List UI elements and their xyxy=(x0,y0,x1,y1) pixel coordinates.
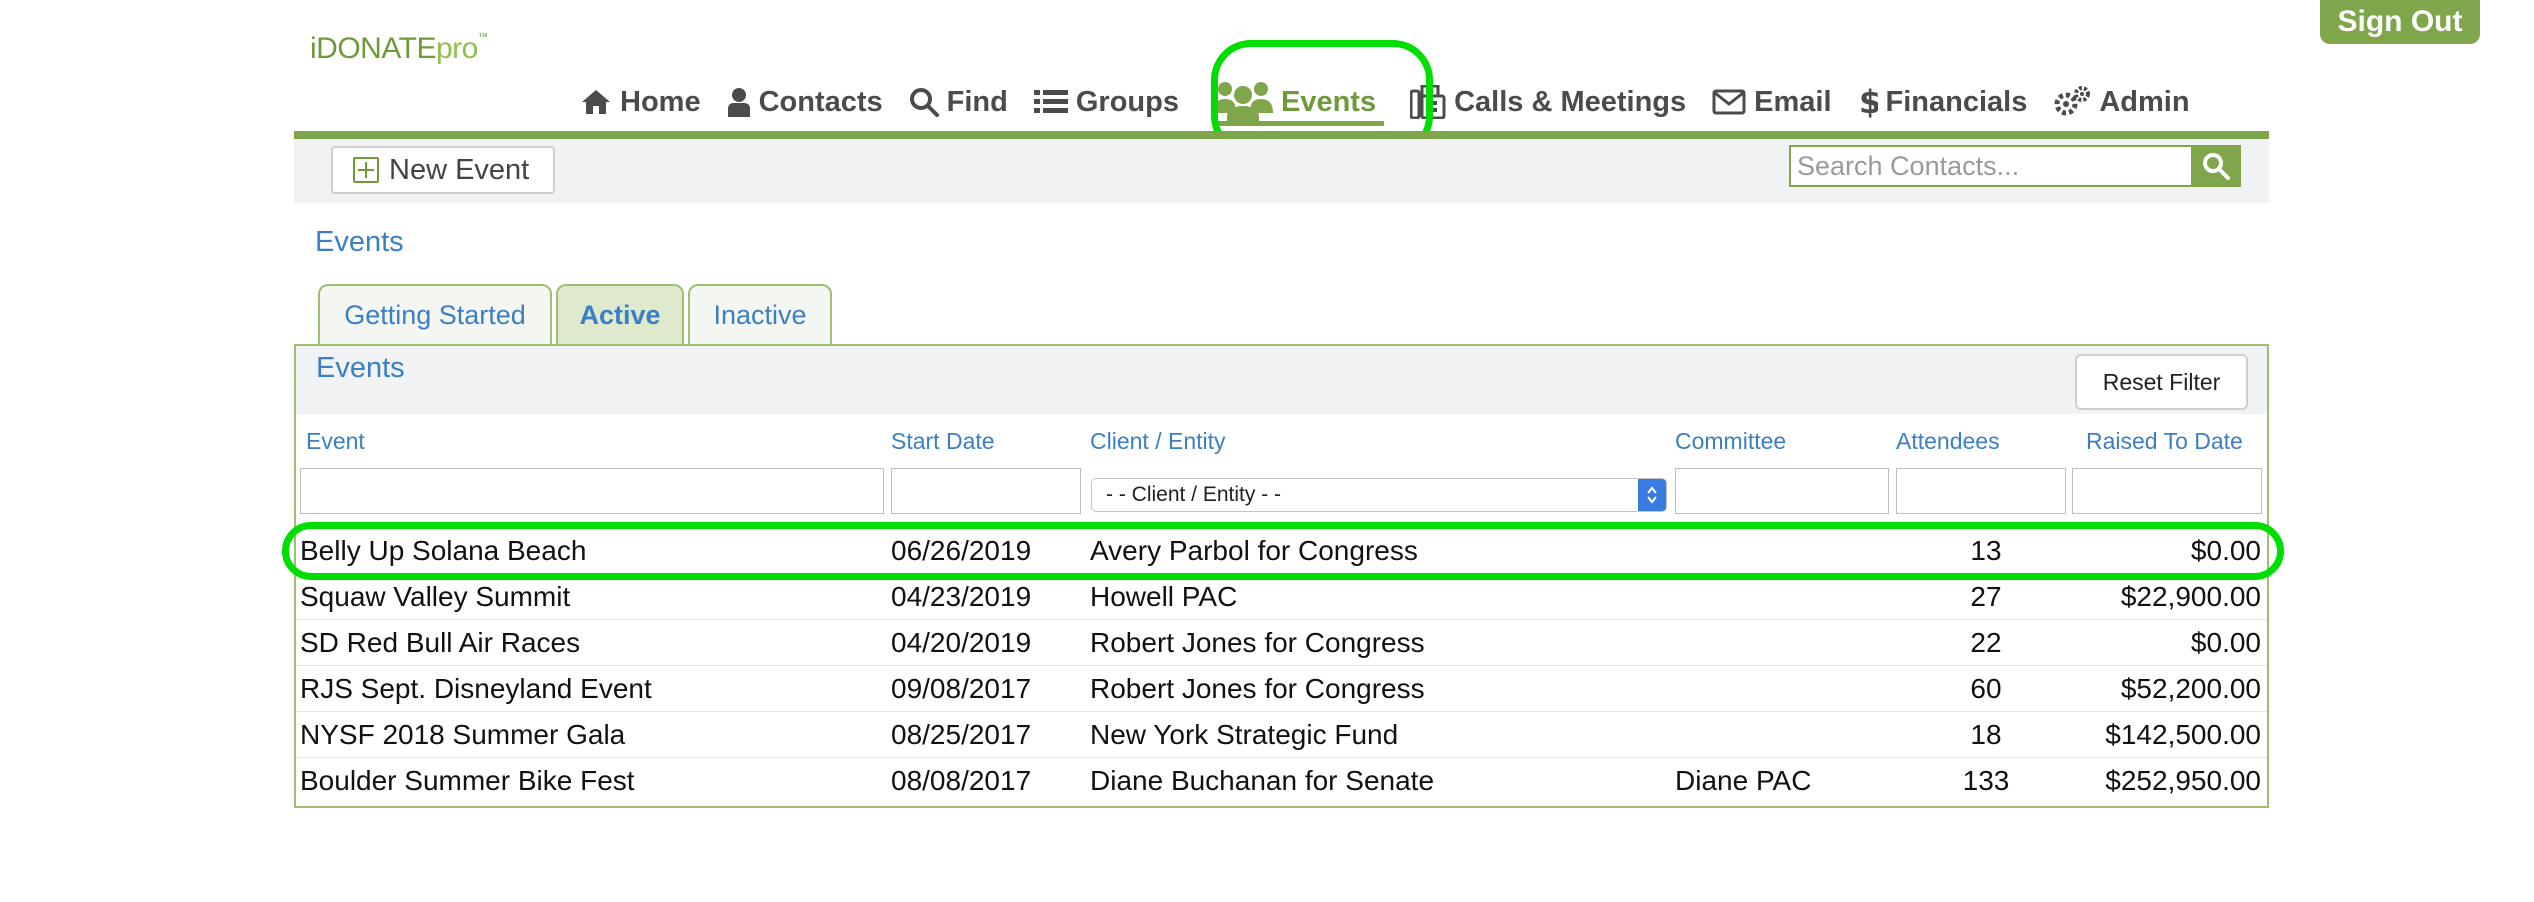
phone-fax-icon xyxy=(1410,85,1446,119)
cell-attendees: 18 xyxy=(1970,719,2002,750)
sign-out-button[interactable]: Sign Out xyxy=(2320,0,2480,44)
cell-event: Squaw Valley Summit xyxy=(300,581,571,612)
search-icon xyxy=(909,88,939,117)
cell-raised: $142,500.00 xyxy=(2105,719,2261,750)
table-row[interactable]: Squaw Valley Summit 04/23/2019 Howell PA… xyxy=(296,574,2267,620)
active-underline xyxy=(1212,121,1385,126)
cell-attendees: 133 xyxy=(1962,765,2010,796)
col-header-start-date[interactable]: Start Date xyxy=(891,428,995,455)
cell-event: NYSF 2018 Summer Gala xyxy=(300,719,626,750)
cell-attendees: 22 xyxy=(1970,627,2002,658)
col-header-event[interactable]: Event xyxy=(306,428,365,455)
svg-text:$: $ xyxy=(1859,84,1878,120)
table-row[interactable]: Boulder Summer Bike Fest 08/08/2017 Dian… xyxy=(296,758,2267,804)
cell-raised: $22,900.00 xyxy=(2120,581,2261,612)
cell-raised: $52,200.00 xyxy=(2120,673,2261,704)
table-row[interactable]: Belly Up Solana Beach 06/26/2019 Avery P… xyxy=(296,528,2267,574)
reset-filter-button[interactable]: Reset Filter xyxy=(2075,354,2248,410)
cell-attendees: 27 xyxy=(1970,581,2002,612)
tab-inactive[interactable]: Inactive xyxy=(688,284,832,344)
cell-client: Diane Buchanan for Senate xyxy=(1090,765,1435,796)
filter-raised-input[interactable] xyxy=(2072,468,2262,514)
cell-client: Howell PAC xyxy=(1090,581,1238,612)
nav-admin[interactable]: Admin xyxy=(2053,78,2190,126)
cell-start-date: 08/25/2017 xyxy=(891,719,1032,750)
filter-start-date-input[interactable] xyxy=(891,468,1081,514)
col-header-attendees[interactable]: Attendees xyxy=(1896,428,2000,455)
nav-events[interactable]: Events xyxy=(1205,78,1385,126)
cell-attendees: 13 xyxy=(1970,535,2002,566)
logo: iDONATEpro™ xyxy=(310,32,488,65)
filter-attendees-input[interactable] xyxy=(1896,468,2066,514)
cell-client: Robert Jones for Congress xyxy=(1090,627,1425,658)
dollar-icon: $ xyxy=(1859,84,1878,120)
nav-home[interactable]: Home xyxy=(580,78,701,126)
nav-calls-meetings[interactable]: Calls & Meetings xyxy=(1410,78,1686,126)
nav-contacts[interactable]: Contacts xyxy=(727,78,883,126)
cell-client: Avery Parbol for Congress xyxy=(1090,535,1418,566)
tab-getting-started[interactable]: Getting Started xyxy=(318,284,552,344)
table-row[interactable]: SD Red Bull Air Races 04/20/2019 Robert … xyxy=(296,620,2267,666)
header-divider xyxy=(294,131,2269,139)
table-row[interactable]: NYSF 2018 Summer Gala 08/25/2017 New Yor… xyxy=(296,712,2267,758)
tab-active[interactable]: Active xyxy=(556,284,684,344)
col-header-committee[interactable]: Committee xyxy=(1675,428,1786,455)
panel-title: Events xyxy=(316,352,405,384)
cell-start-date: 04/23/2019 xyxy=(891,581,1032,612)
new-event-button[interactable]: New Event xyxy=(331,146,555,194)
home-icon xyxy=(582,90,610,114)
cell-raised: $0.00 xyxy=(2190,535,2261,566)
cell-committee: Diane PAC xyxy=(1675,765,1812,796)
cell-event: Belly Up Solana Beach xyxy=(300,535,587,566)
cell-raised: $0.00 xyxy=(2190,627,2261,658)
table-row[interactable]: RJS Sept. Disneyland Event 09/08/2017 Ro… xyxy=(296,666,2267,712)
cell-event: RJS Sept. Disneyland Event xyxy=(300,673,652,704)
page-title: Events xyxy=(315,226,404,258)
cell-client: New York Strategic Fund xyxy=(1090,719,1399,750)
users-icon xyxy=(1212,82,1273,125)
cell-start-date: 06/26/2019 xyxy=(891,535,1032,566)
cell-client: Robert Jones for Congress xyxy=(1090,673,1425,704)
cell-event: Boulder Summer Bike Fest xyxy=(300,765,635,796)
list-icon xyxy=(1033,90,1068,113)
envelope-icon xyxy=(1712,89,1746,115)
col-header-raised[interactable]: Raised To Date xyxy=(2086,428,2243,455)
cell-attendees: 60 xyxy=(1970,673,2002,704)
filter-client-select[interactable]: - - Client / Entity - - xyxy=(1091,478,1667,512)
filter-committee-input[interactable] xyxy=(1675,468,1889,514)
plus-icon xyxy=(353,157,379,183)
cell-start-date: 08/08/2017 xyxy=(891,765,1032,796)
nav-financials[interactable]: $ Financials xyxy=(1858,78,2028,126)
cell-start-date: 09/08/2017 xyxy=(891,673,1032,704)
col-header-client[interactable]: Client / Entity xyxy=(1090,428,1226,455)
filter-event-input[interactable] xyxy=(300,468,884,514)
search-button[interactable] xyxy=(2191,145,2241,187)
cell-start-date: 04/20/2019 xyxy=(891,627,1032,658)
nav-find[interactable]: Find xyxy=(909,78,1008,126)
search-icon xyxy=(2203,153,2230,180)
cell-raised: $252,950.00 xyxy=(2105,765,2261,796)
panel-header xyxy=(296,346,2267,414)
gears-icon xyxy=(2054,86,2091,116)
main-nav: Home Contacts Find Groups Events Calls &… xyxy=(580,78,2216,126)
select-arrows-icon xyxy=(1638,479,1666,511)
person-icon xyxy=(727,88,750,117)
nav-email[interactable]: Email xyxy=(1712,78,1832,126)
search-contacts-input[interactable] xyxy=(1789,145,2191,187)
nav-groups[interactable]: Groups xyxy=(1033,78,1179,126)
cell-event: SD Red Bull Air Races xyxy=(300,627,581,658)
